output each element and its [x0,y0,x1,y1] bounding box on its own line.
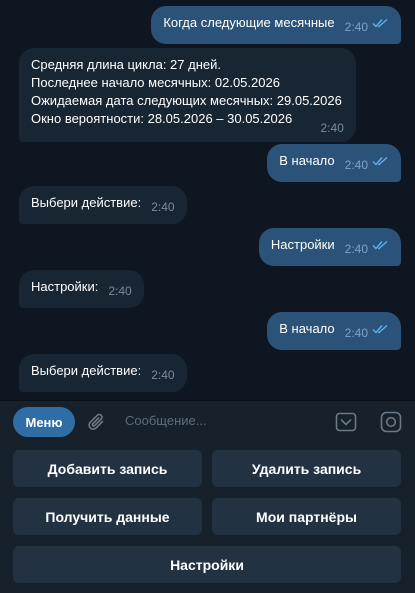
message-time: 2:40 [320,121,344,135]
message-incoming[interactable]: Выбери действие: 2:40 [19,186,187,224]
message-incoming[interactable]: Выбери действие: 2:40 [19,354,187,392]
message-outgoing[interactable]: Настройки 2:40 [258,228,401,266]
instagram-icon[interactable] [380,411,402,433]
message-text: В начало [279,321,335,336]
message-time: 2:40 [108,284,132,298]
settings-button[interactable]: Настройки [13,546,401,583]
double-check-icon [372,240,389,250]
message-time: 2:40 [344,326,368,340]
message-line: Ожидаемая дата следующих месячных: 29.05… [31,93,342,108]
message-time: 2:40 [344,20,368,34]
message-time: 2:40 [151,368,175,382]
message-outgoing[interactable]: В начало 2:40 [267,312,401,350]
keyboard-toggle-icon[interactable] [335,411,357,433]
message-outgoing[interactable]: В начало 2:40 [267,144,401,182]
get-data-button[interactable]: Получить данные [13,498,202,535]
message-outgoing[interactable]: Когда следующие месячные 2:40 [151,6,401,44]
message-text: В начало [279,153,335,168]
message-line: Средняя длина цикла: 27 дней. [31,57,221,72]
my-partners-button[interactable]: Мои партнёры [212,498,401,535]
message-time: 2:40 [344,242,368,256]
message-text: Выбери действие: [31,195,142,210]
message-text: Настройки [270,237,335,252]
message-input[interactable]: Сообщение... [125,413,207,428]
message-line: Последнее начало месячных: 02.05.2026 [31,75,280,90]
paperclip-icon[interactable] [86,411,108,433]
message-incoming[interactable]: Средняя длина цикла: 27 дней. Последнее … [19,48,356,142]
double-check-icon [372,324,389,334]
delete-record-button[interactable]: Удалить запись [212,450,401,487]
double-check-icon [372,156,389,166]
add-record-button[interactable]: Добавить запись [13,450,202,487]
message-text: Настройки: [31,279,99,294]
chat-history: Когда следующие месячные 2:40 Средняя дли… [0,0,415,400]
message-line: Окно вероятности: 28.05.2026 – 30.05.202… [31,111,293,126]
message-time: 2:40 [344,158,368,172]
message-incoming[interactable]: Настройки: 2:40 [19,270,144,308]
message-composer: Меню Сообщение... [0,400,415,442]
message-text: Выбери действие: [31,363,142,378]
double-check-icon [372,18,389,28]
message-text: Когда следующие месячные [163,15,335,30]
menu-button[interactable]: Меню [13,407,75,437]
message-time: 2:40 [151,200,175,214]
reply-keyboard: Добавить запись Удалить запись Получить … [0,442,415,593]
